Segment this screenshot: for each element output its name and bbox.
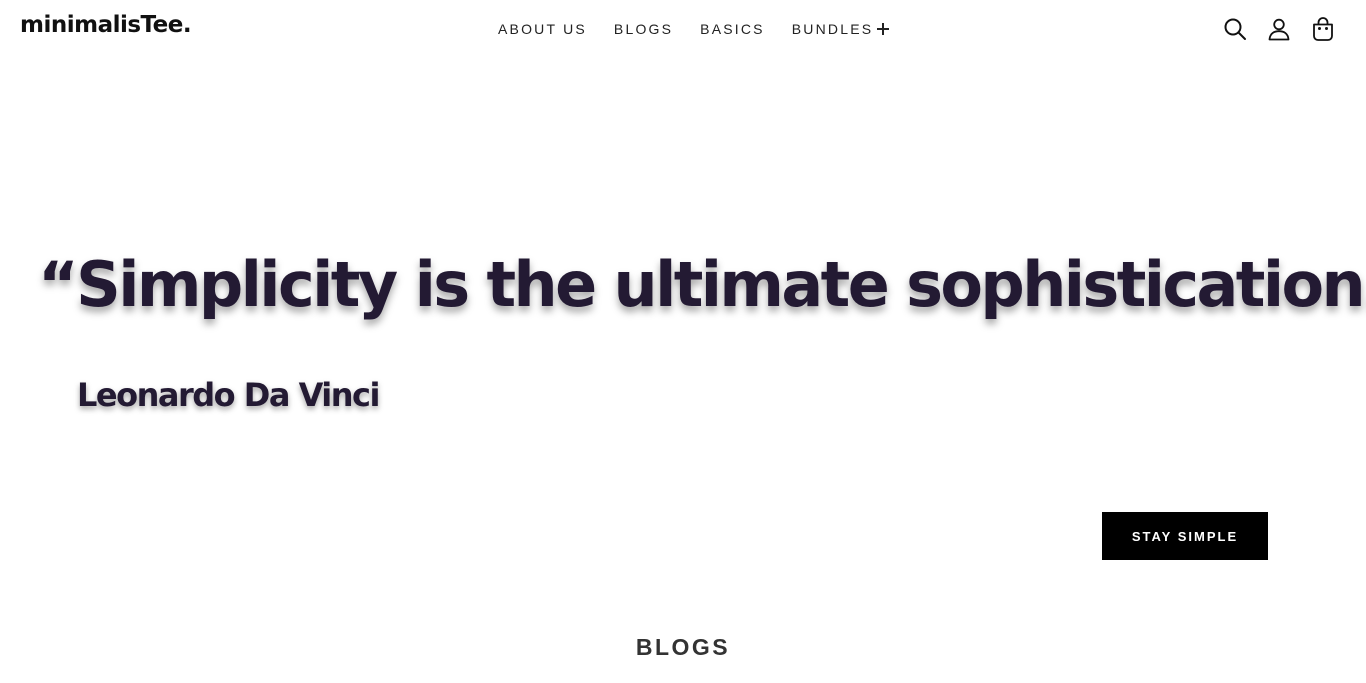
nav-item-label: BUNDLES xyxy=(791,21,874,37)
stay-simple-button[interactable]: STAY SIMPLE xyxy=(1102,512,1268,560)
account-button[interactable] xyxy=(1266,16,1292,42)
cart-button[interactable] xyxy=(1310,16,1336,42)
main-nav: ABOUT US BLOGS BASICS BUNDLES xyxy=(498,20,890,38)
plus-icon xyxy=(877,23,890,35)
section-title-blogs: BLOGS xyxy=(635,634,731,660)
page: minimalisTee. ABOUT US BLOGS BASICS BUND… xyxy=(0,0,1366,683)
nav-item-blogs[interactable]: BLOGS xyxy=(614,21,673,37)
nav-item-bundles[interactable]: BUNDLES xyxy=(792,21,890,37)
hero-section: “Simplicity is the ultimate sophisticati… xyxy=(0,58,1366,598)
nav-item-basics[interactable]: BASICS xyxy=(700,21,765,37)
nav-item-label: BLOGS xyxy=(613,21,674,37)
nav-item-label: BASICS xyxy=(700,21,765,37)
search-button[interactable] xyxy=(1222,16,1248,42)
cart-icon xyxy=(1313,17,1333,41)
site-header: minimalisTee. ABOUT US BLOGS BASICS BUND… xyxy=(0,0,1366,58)
account-icon xyxy=(1268,18,1290,41)
nav-item-about-us[interactable]: ABOUT US xyxy=(498,21,587,37)
quote-author: Leonardo Da Vinci xyxy=(77,376,380,414)
nav-item-label: ABOUT US xyxy=(498,21,587,37)
search-icon xyxy=(1224,18,1246,40)
header-icons xyxy=(1222,16,1336,42)
hero-quote: “Simplicity is the ultimate sophisticati… xyxy=(38,248,1366,321)
site-logo[interactable]: minimalisTee. xyxy=(20,12,192,38)
